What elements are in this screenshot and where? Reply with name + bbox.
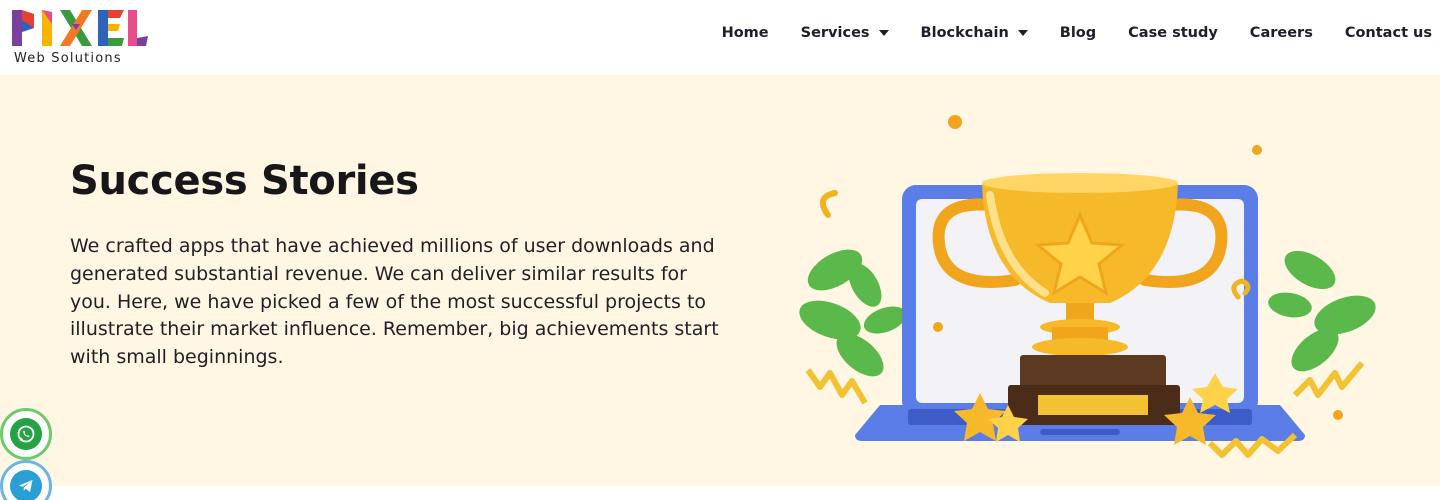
page-title: Success Stories: [70, 158, 419, 204]
nav-contact-us[interactable]: Contact us: [1329, 25, 1432, 41]
whatsapp-icon: [10, 418, 42, 450]
nav-blockchain-label: Blockchain: [920, 25, 1009, 41]
pixel-wordmark-graphic: [12, 10, 148, 46]
nav-case-study-label: Case study: [1128, 25, 1218, 41]
site-header: Web Solutions Home Services Blockchain B…: [0, 0, 1440, 75]
nav-case-study[interactable]: Case study: [1112, 25, 1234, 41]
whatsapp-button[interactable]: [0, 408, 52, 460]
chevron-down-icon: [1017, 30, 1028, 36]
nav-blog[interactable]: Blog: [1044, 25, 1112, 41]
chevron-down-icon: [878, 30, 889, 36]
nav-contact-us-label: Contact us: [1344, 25, 1432, 41]
pixel-logo[interactable]: Web Solutions: [8, 6, 148, 68]
nav-home[interactable]: Home: [706, 25, 785, 41]
nav-blog-label: Blog: [1059, 25, 1097, 41]
trophy-illustration: [790, 105, 1390, 485]
hero-section: Success Stories We crafted apps that hav…: [0, 75, 1440, 486]
nav-services[interactable]: Services: [785, 25, 905, 41]
nav-services-label: Services: [800, 25, 870, 41]
nav-home-label: Home: [721, 25, 769, 41]
hero-description: We crafted apps that have achieved milli…: [70, 235, 719, 369]
nav-careers[interactable]: Careers: [1234, 25, 1329, 41]
logo-tagline: Web Solutions: [14, 51, 122, 66]
main-nav: Home Services Blockchain Blog Case study…: [706, 0, 1432, 66]
nav-careers-label: Careers: [1249, 25, 1313, 41]
nav-blockchain[interactable]: Blockchain: [905, 25, 1044, 41]
telegram-icon: [10, 470, 42, 500]
